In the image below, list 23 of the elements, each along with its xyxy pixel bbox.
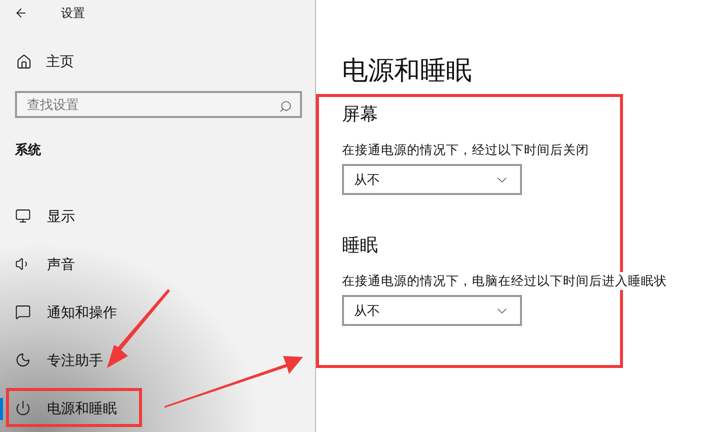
monitor-icon: [15, 208, 31, 224]
home-link[interactable]: 主页: [16, 51, 74, 72]
nav-item[interactable]: 通知和操作: [15, 302, 117, 322]
time-dropdown[interactable]: 从不: [342, 295, 522, 326]
window-title: 设置: [61, 4, 85, 22]
section-title: 系统: [15, 140, 41, 158]
back-button[interactable]: [14, 6, 28, 20]
setting-description: 在接通电源的情况下，经过以下时间后关闭: [342, 141, 589, 159]
section-heading: 屏幕: [342, 103, 378, 126]
nav-item[interactable]: 电源和睡眠: [15, 398, 117, 418]
search-icon: [279, 100, 292, 114]
power-icon: [15, 400, 31, 416]
moon-icon: [15, 352, 31, 368]
search-field[interactable]: 查找设置: [15, 91, 302, 118]
setting-description: 在接通电源的情况下，电脑在经过以下时间后进入睡眠状: [342, 272, 667, 290]
time-dropdown[interactable]: 从不: [342, 164, 522, 195]
nav-item[interactable]: 专注助手: [15, 350, 103, 370]
page-title: 电源和睡眠: [342, 54, 472, 87]
home-icon: [16, 54, 32, 70]
section-heading: 睡眠: [342, 234, 378, 257]
nav-item[interactable]: 声音: [15, 254, 75, 274]
nav-item[interactable]: 显示: [15, 206, 75, 226]
speech-bubble-icon: [15, 304, 31, 320]
